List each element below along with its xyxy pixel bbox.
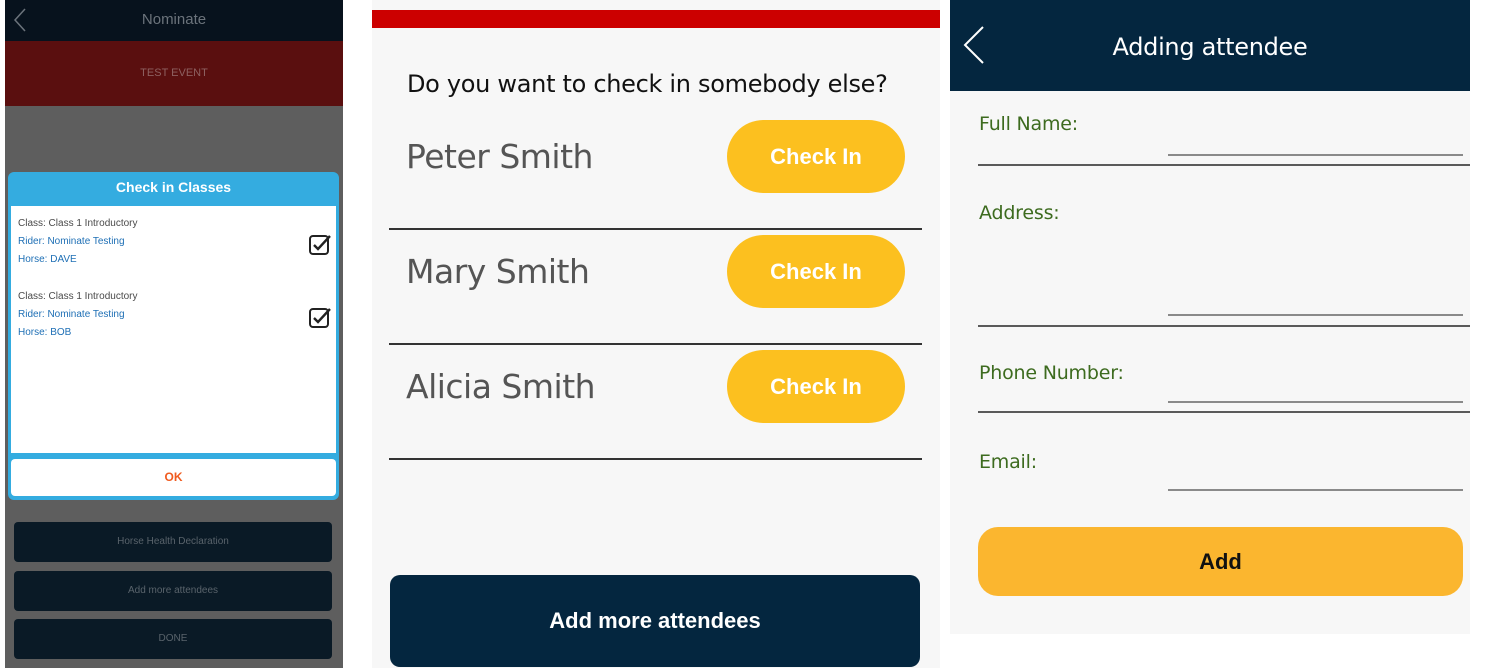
page-title: Nominate [141,11,207,28]
divider [978,325,1470,327]
attendee-name: Peter Smith [406,137,593,176]
add-button[interactable]: Add [978,527,1463,596]
check-in-button[interactable]: Check In [727,350,905,423]
checkbox-checked-icon[interactable] [308,306,332,335]
top-bar: Adding attendee [950,0,1470,91]
attendee-name: Mary Smith [406,252,590,291]
check-in-button[interactable]: Check In [727,120,905,193]
horse-label: Horse: BOB [18,327,72,338]
horse-health-declaration-button[interactable]: Horse Health Declaration [14,522,332,562]
rider-label: Rider: Nominate Testing [18,236,125,247]
check-in-button[interactable]: Check In [727,235,905,308]
checkbox-checked-icon[interactable] [308,233,332,262]
add-more-attendees-button[interactable]: Add more attendees [390,575,920,667]
address-field[interactable] [1168,292,1463,316]
class-entry: Class: Class 1 Introductory Rider: Nomin… [18,288,331,352]
attendee-row: Mary Smith Check In [389,228,922,345]
address-label: Address: [979,202,1060,224]
class-label: Class: Class 1 Introductory [18,218,138,229]
nominate-screen: Nominate TEST EVENT Check in Classes Cla… [5,0,343,668]
full-name-label: Full Name: [979,113,1078,135]
attendee-row: Peter Smith Check In [389,113,922,230]
event-name: TEST EVENT [140,67,208,79]
rider-label: Rider: Nominate Testing [18,309,125,320]
divider [978,164,1470,166]
email-label: Email: [979,451,1037,473]
horse-label: Horse: DAVE [18,254,77,265]
dialog-title: Check in Classes [115,179,232,195]
adding-attendee-screen: Adding attendee Full Name: Address: Phon… [950,0,1470,634]
top-bar: Nominate [5,0,343,41]
divider [978,411,1470,413]
attendee-row: Alicia Smith Check In [389,343,922,460]
attendee-name: Alicia Smith [406,367,596,406]
phone-number-field[interactable] [1168,379,1463,403]
check-in-classes-dialog: Check in Classes Class: Class 1 Introduc… [8,172,339,500]
red-header-bar [372,10,940,28]
email-field[interactable] [1168,467,1463,491]
check-in-question: Do you want to check in somebody else? [407,70,888,98]
class-label: Class: Class 1 Introductory [18,291,138,302]
dialog-body: Class: Class 1 Introductory Rider: Nomin… [11,206,336,453]
event-banner: TEST EVENT [5,41,343,106]
add-more-attendees-button[interactable]: Add more attendees [14,571,332,611]
page-title: Adding attendee [1112,33,1308,61]
phone-number-label: Phone Number: [979,362,1124,384]
check-in-others-screen: Do you want to check in somebody else? P… [372,0,940,668]
ok-button[interactable]: OK [11,459,336,496]
full-name-field[interactable] [1168,132,1463,156]
class-entry: Class: Class 1 Introductory Rider: Nomin… [18,215,331,279]
done-button[interactable]: DONE [14,619,332,659]
